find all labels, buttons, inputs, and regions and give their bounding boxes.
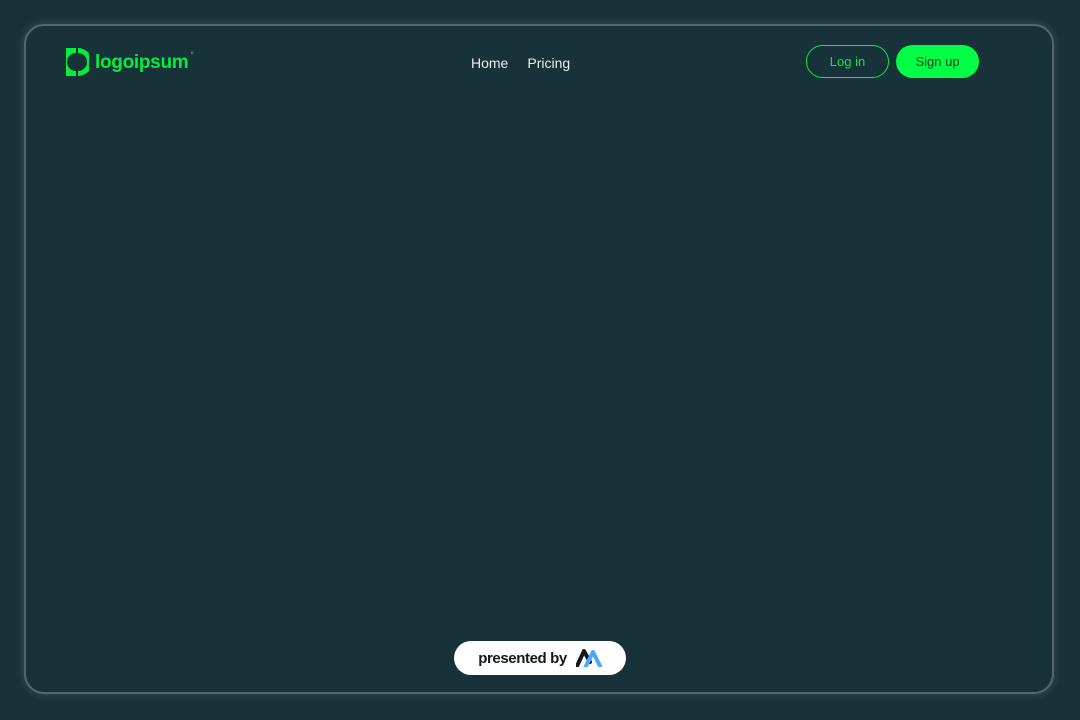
presented-by-label: presented by bbox=[478, 649, 567, 667]
logo-text: logoipsum bbox=[95, 51, 189, 73]
auth-buttons: Log in Sign up bbox=[806, 45, 979, 78]
nav-item-pricing[interactable]: Pricing bbox=[527, 54, 570, 72]
main-nav: Home Pricing bbox=[471, 54, 570, 72]
presenter-logo-icon bbox=[575, 649, 602, 667]
app-frame: logoipsum ° Home Pricing Log in Sign up bbox=[24, 24, 1054, 694]
logo-link[interactable]: logoipsum ° bbox=[66, 48, 198, 76]
nav-item-home[interactable]: Home bbox=[471, 54, 508, 72]
presented-by-badge[interactable]: presented by bbox=[454, 641, 626, 675]
site-header: logoipsum ° Home Pricing Log in Sign up bbox=[26, 26, 1052, 102]
login-button[interactable]: Log in bbox=[806, 45, 889, 78]
logo-registered-dot: ° bbox=[190, 50, 194, 60]
signup-button[interactable]: Sign up bbox=[896, 45, 979, 78]
logo-mark-icon bbox=[66, 48, 89, 76]
